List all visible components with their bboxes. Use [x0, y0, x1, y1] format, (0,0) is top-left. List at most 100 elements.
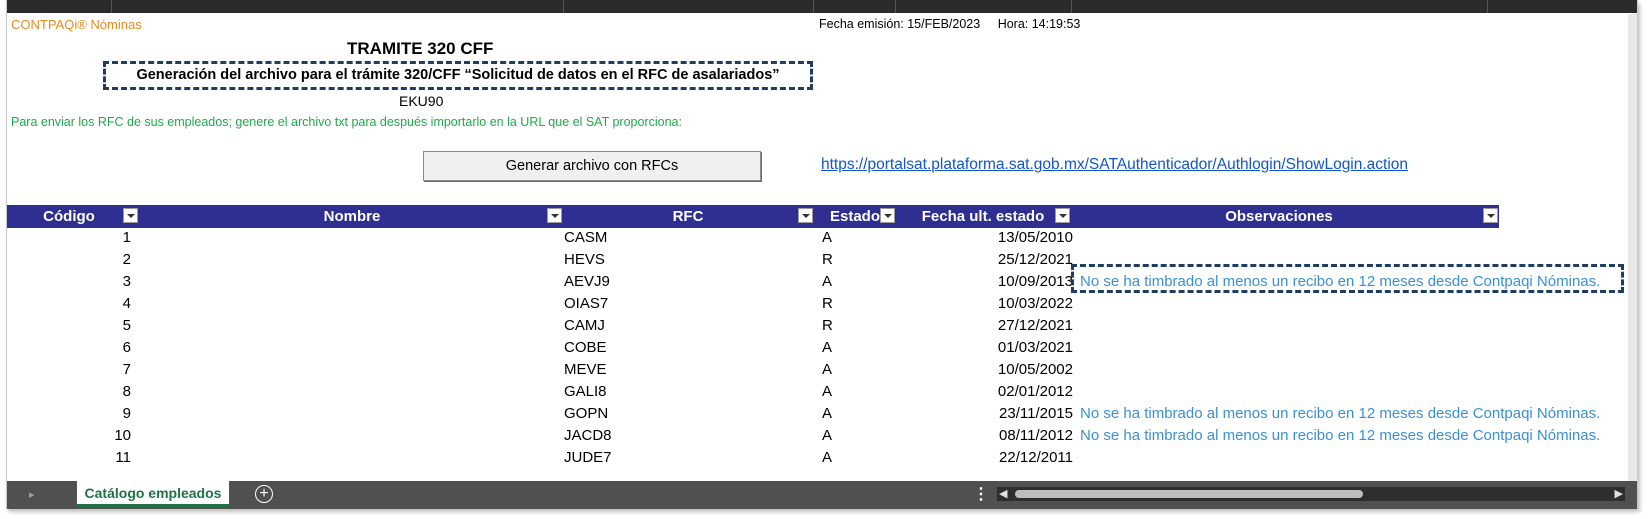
column-divider [813, 0, 814, 13]
column-header-nombre[interactable]: Nombre [141, 205, 563, 228]
cell-fecha: 25/12/2021 [997, 251, 1073, 268]
column-header-label: Nombre [323, 208, 381, 225]
column-header-label: Observaciones [1225, 208, 1333, 225]
cell-rfc: AEVJ9 [564, 273, 610, 290]
column-header-strip [7, 0, 1637, 13]
observation-highlight [1071, 264, 1624, 293]
filter-dropdown-icon[interactable] [798, 208, 813, 223]
column-header-rfc[interactable]: RFC [563, 205, 813, 228]
scroll-tabs-right-icon[interactable]: ▸ [29, 488, 35, 501]
issue-date: Fecha emisión: 15/FEB/2023 [819, 17, 981, 31]
cell-codigo: 2 [122, 251, 131, 268]
column-divider [895, 0, 896, 13]
filter-dropdown-icon[interactable] [1055, 208, 1070, 223]
issue-time: Hora: 14:19:53 [997, 17, 1081, 31]
cell-rfc: OIAS7 [564, 295, 609, 312]
cell-fecha: 13/05/2010 [997, 229, 1073, 246]
cell-fecha: 10/03/2022 [997, 295, 1073, 312]
cell-observaciones: No se ha timbrado al menos un recibo en … [1080, 427, 1601, 444]
table-row[interactable]: 11 JUDE7 A 22/12/2011 [7, 447, 1637, 469]
sat-portal-link[interactable]: https://portalsat.plataforma.sat.gob.mx/… [821, 156, 1408, 174]
cell-codigo: 5 [122, 317, 131, 334]
table-row[interactable]: 1 CASM A 13/05/2010 [7, 227, 1637, 249]
cell-codigo: 6 [122, 339, 131, 356]
cell-estado: A [822, 273, 833, 290]
more-options-icon[interactable]: ⋮ [973, 484, 989, 504]
column-divider [1487, 0, 1488, 13]
cell-codigo: 11 [115, 449, 131, 466]
cell-fecha: 27/12/2021 [997, 317, 1073, 334]
cell-rfc: MEVE [564, 361, 607, 378]
cell-estado: R [822, 251, 833, 268]
column-header-label: Estado [829, 208, 880, 225]
cell-fecha: 08/11/2012 [999, 427, 1073, 444]
add-sheet-icon[interactable]: + [255, 485, 273, 503]
cell-fecha: 02/01/2012 [997, 383, 1073, 400]
generate-rfc-file-button[interactable]: Generar archivo con RFCs [423, 151, 761, 181]
cell-codigo: 10 [114, 427, 131, 444]
tab-catalogo-empleados[interactable]: Catálogo empleados [77, 481, 229, 507]
table-row[interactable]: 10 JACD8 A 08/11/2012 No se ha timbrado … [7, 425, 1637, 447]
column-divider [111, 0, 112, 13]
cell-fecha: 22/12/2011 [999, 449, 1073, 466]
filter-dropdown-icon[interactable] [1483, 208, 1498, 223]
cell-fecha: 01/03/2021 [997, 339, 1073, 356]
cell-fecha: 23/11/2015 [999, 405, 1073, 422]
table-row[interactable]: 8 GALI8 A 02/01/2012 [7, 381, 1637, 403]
cell-rfc: COBE [564, 339, 607, 356]
spreadsheet-window: CONTPAQi® Nóminas Fecha emisión: 15/FEB/… [6, 0, 1638, 509]
cell-estado: A [822, 361, 833, 378]
scroll-left-icon[interactable]: ◀ [999, 487, 1007, 500]
column-divider [563, 0, 564, 13]
column-header-codigo[interactable]: Código [7, 205, 131, 228]
cell-rfc: HEVS [564, 251, 605, 268]
table-row[interactable]: 9 GOPN A 23/11/2015 No se ha timbrado al… [7, 403, 1637, 425]
column-header-label: Fecha ult. estado [921, 208, 1045, 225]
cell-estado: A [822, 383, 833, 400]
cell-estado: A [822, 427, 833, 444]
brand-label: CONTPAQi® Nóminas [11, 17, 142, 32]
cell-rfc: JUDE7 [564, 449, 611, 466]
cell-estado: A [822, 229, 833, 246]
filter-dropdown-icon[interactable] [123, 208, 138, 223]
column-header-fecha[interactable]: Fecha ult. estado [895, 205, 1071, 228]
scrollbar-thumb[interactable] [1015, 490, 1363, 498]
cell-fecha: 10/09/2013 [997, 273, 1073, 290]
scroll-right-icon[interactable]: ▶ [1615, 487, 1623, 500]
column-header-observaciones[interactable]: Observaciones [1071, 205, 1487, 228]
table-row[interactable]: 6 COBE A 01/03/2021 [7, 337, 1637, 359]
table-row[interactable]: 5 CAMJ R 27/12/2021 [7, 315, 1637, 337]
horizontal-scrollbar[interactable]: ◀ ▶ [997, 487, 1625, 501]
cell-codigo: 3 [122, 273, 131, 290]
column-divider [1071, 0, 1072, 13]
table-row[interactable]: 4 OIAS7 R 10/03/2022 [7, 293, 1637, 315]
cell-estado: R [822, 317, 833, 334]
cell-estado: A [822, 449, 833, 466]
column-header-label: Código [43, 208, 95, 225]
cell-observaciones: No se ha timbrado al menos un recibo en … [1080, 405, 1601, 422]
column-header-label: RFC [672, 208, 704, 225]
cell-rfc: CAMJ [564, 317, 605, 334]
cell-codigo: 1 [122, 229, 131, 246]
cell-codigo: 9 [122, 405, 131, 422]
instructions-text: Para enviar los RFC de sus empleados; ge… [11, 115, 682, 129]
cell-estado: A [822, 339, 833, 356]
cell-rfc: JACD8 [564, 427, 611, 444]
cell-rfc: GOPN [564, 405, 609, 422]
cell-estado: R [822, 295, 833, 312]
issue-meta: Fecha emisión: 15/FEB/2023 Hora: 14:19:5… [819, 17, 1080, 31]
table-row[interactable]: 7 MEVE A 10/05/2002 [7, 359, 1637, 381]
page-subtitle: Generación del archivo para el trámite 3… [103, 61, 813, 90]
cell-fecha: 10/05/2002 [997, 361, 1073, 378]
cell-codigo: 4 [122, 295, 131, 312]
sheet-tab-bar: ▸ Catálogo empleados + ⋮ ◀ ▶ [7, 481, 1637, 509]
filter-dropdown-icon[interactable] [880, 208, 895, 223]
filter-dropdown-icon[interactable] [547, 208, 562, 223]
vertical-scrollbar[interactable] [1628, 14, 1637, 481]
company-rfc: EKU90 [399, 93, 444, 109]
cell-rfc: GALI8 [564, 383, 607, 400]
page-title: TRAMITE 320 CFF [347, 39, 494, 58]
table-header: Código Nombre RFC Estado Fecha ult. esta… [7, 205, 1499, 228]
cell-codigo: 8 [122, 383, 131, 400]
cell-estado: A [822, 405, 833, 422]
